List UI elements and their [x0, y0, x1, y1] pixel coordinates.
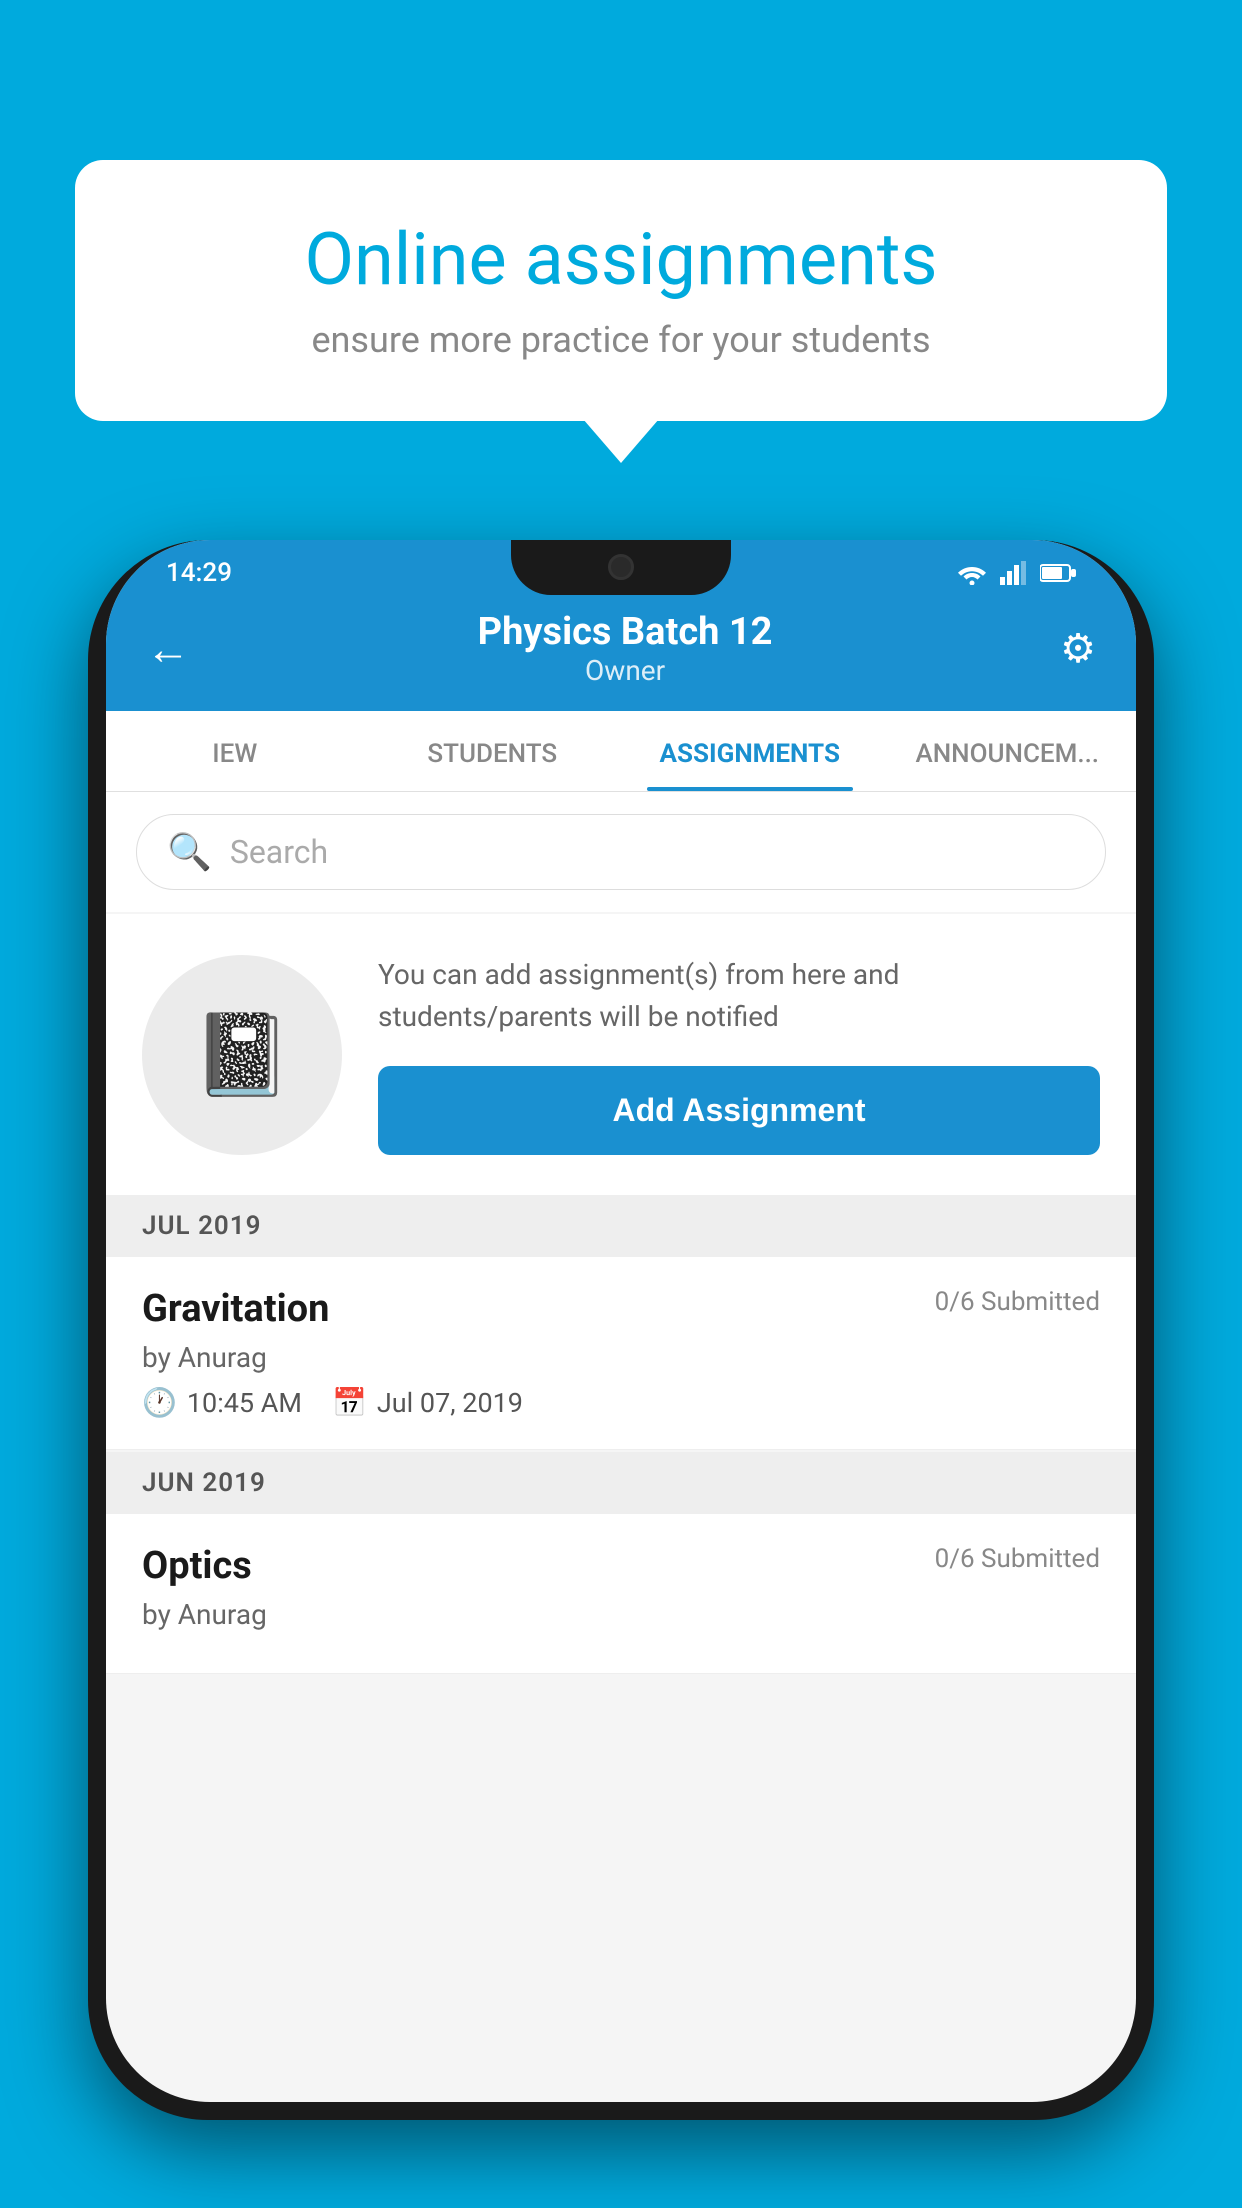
search-container: 🔍 Search	[106, 792, 1136, 912]
meta-time: 🕐 10:45 AM	[142, 1386, 302, 1419]
speech-bubble-container: Online assignments ensure more practice …	[75, 160, 1167, 421]
assignment-item-optics[interactable]: Optics 0/6 Submitted by Anurag	[106, 1514, 1136, 1674]
tabs-bar: IEW STUDENTS ASSIGNMENTS ANNOUNCEM...	[106, 711, 1136, 792]
assignment-time: 10:45 AM	[187, 1387, 302, 1419]
speech-bubble-subtitle: ensure more practice for your students	[145, 319, 1097, 361]
assignment-top-row: Gravitation 0/6 Submitted	[142, 1287, 1100, 1331]
tab-assignments[interactable]: ASSIGNMENTS	[621, 711, 879, 791]
optics-by: by Anurag	[142, 1598, 1100, 1631]
header-title: Physics Batch 12	[190, 610, 1060, 654]
search-placeholder: Search	[230, 833, 328, 871]
add-assignment-right: You can add assignment(s) from here and …	[378, 954, 1100, 1155]
header-subtitle: Owner	[190, 654, 1060, 687]
assignment-date: Jul 07, 2019	[377, 1387, 523, 1419]
signal-icon	[1000, 561, 1028, 585]
status-time: 14:29	[166, 558, 232, 588]
add-assignment-button[interactable]: Add Assignment	[378, 1066, 1100, 1155]
tab-announcements[interactable]: ANNOUNCEM...	[879, 711, 1137, 791]
tab-iew[interactable]: IEW	[106, 711, 364, 791]
calendar-icon: 📅	[332, 1386, 367, 1419]
phone-screen: 14:29	[106, 540, 1136, 2102]
section-header-jul2019: JUL 2019	[106, 1195, 1136, 1257]
clock-icon: 🕐	[142, 1386, 177, 1419]
optics-name: Optics	[142, 1544, 252, 1588]
status-bar: 14:29	[166, 558, 1076, 588]
battery-icon	[1040, 563, 1076, 583]
add-assignment-description: You can add assignment(s) from here and …	[378, 954, 1100, 1038]
phone-shell: 14:29	[88, 540, 1154, 2120]
assignment-name: Gravitation	[142, 1287, 329, 1331]
assignment-by: by Anurag	[142, 1341, 1100, 1374]
assignment-item-gravitation[interactable]: Gravitation 0/6 Submitted by Anurag 🕐 10…	[106, 1257, 1136, 1450]
back-button[interactable]: ←	[146, 623, 190, 675]
search-input-wrap[interactable]: 🔍 Search	[136, 814, 1106, 890]
add-assignment-area: 📓 You can add assignment(s) from here an…	[106, 914, 1136, 1195]
assignment-meta: 🕐 10:45 AM 📅 Jul 07, 2019	[142, 1386, 1100, 1419]
assignment-submitted: 0/6 Submitted	[935, 1287, 1100, 1317]
speech-bubble: Online assignments ensure more practice …	[75, 160, 1167, 421]
assignment-icon-circle: 📓	[142, 955, 342, 1155]
meta-date: 📅 Jul 07, 2019	[332, 1386, 523, 1419]
header-title-block: Physics Batch 12 Owner	[190, 610, 1060, 687]
settings-icon[interactable]: ⚙	[1060, 625, 1096, 672]
optics-submitted: 0/6 Submitted	[935, 1544, 1100, 1574]
wifi-icon	[956, 561, 988, 585]
speech-bubble-title: Online assignments	[145, 220, 1097, 299]
section-header-jun2019: JUN 2019	[106, 1452, 1136, 1514]
status-icons	[956, 561, 1076, 585]
search-icon: 🔍	[167, 831, 212, 873]
tab-students[interactable]: STUDENTS	[364, 711, 622, 791]
phone-container: 14:29	[88, 540, 1154, 2208]
screen-content: 🔍 Search 📓 You can add assignment(s) fro…	[106, 792, 1136, 1674]
notebook-icon: 📓	[192, 1008, 292, 1102]
optics-top-row: Optics 0/6 Submitted	[142, 1544, 1100, 1588]
section-jun2019: JUN 2019 Optics 0/6 Submitted by Anurag	[106, 1452, 1136, 1674]
